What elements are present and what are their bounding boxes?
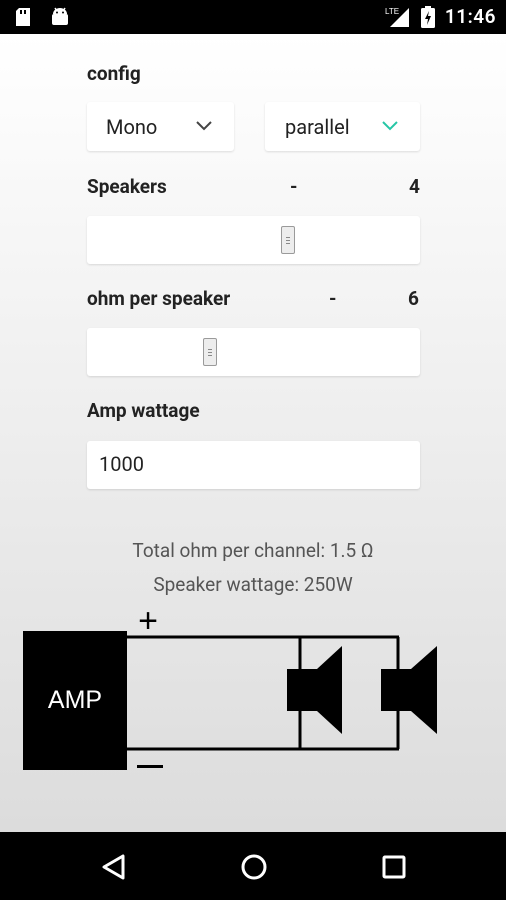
speakers-label: Speakers [87,175,167,198]
main-content: config Mono parallel Speakers - 4 ohm pe… [0,34,506,832]
back-icon[interactable] [101,853,127,881]
speaker-icon [287,646,342,734]
amp-wattage-value: 1000 [99,452,144,476]
amp-label: AMP [48,686,102,714]
battery-charging-icon [420,5,435,28]
speakers-value: 4 [409,175,420,198]
ohm-slider[interactable] [87,328,420,376]
mode-dropdown[interactable]: Mono [87,102,234,151]
wiring-dropdown[interactable]: parallel [265,102,420,151]
speaker-icon [381,646,437,734]
wiring-diagram: AMP + [23,602,437,770]
mode-dropdown-value: Mono [106,115,158,139]
plus-label: + [138,602,158,640]
status-time: 11:46 [444,5,496,28]
amp-wattage-input[interactable]: 1000 [87,441,420,489]
chevron-down-icon [382,121,398,131]
speakers-separator: - [290,175,298,198]
ohm-value: 6 [408,287,419,310]
wiring-dropdown-value: parallel [285,115,350,139]
svg-text:LTE: LTE [385,7,399,16]
total-ohm-text: Total ohm per channel: 1.5 Ω [132,539,374,562]
minus-label [137,765,163,768]
navigation-bar [0,832,506,900]
status-bar: LTE 11:46 [0,0,506,34]
chevron-down-icon [196,121,212,131]
android-icon [52,7,68,25]
sd-card-icon [16,8,30,26]
recents-icon[interactable] [382,855,406,879]
speaker-wattage-text: Speaker wattage: 250W [153,573,353,596]
speakers-slider[interactable] [87,216,420,264]
ohm-label: ohm per speaker [87,287,231,310]
home-icon[interactable] [240,853,268,881]
ohm-separator: - [329,287,337,310]
signal-icon: LTE [385,7,409,27]
speakers-slider-thumb[interactable] [281,226,296,254]
config-label: config [87,62,141,85]
amp-wattage-label: Amp wattage [87,399,200,422]
ohm-slider-thumb[interactable] [202,338,217,366]
